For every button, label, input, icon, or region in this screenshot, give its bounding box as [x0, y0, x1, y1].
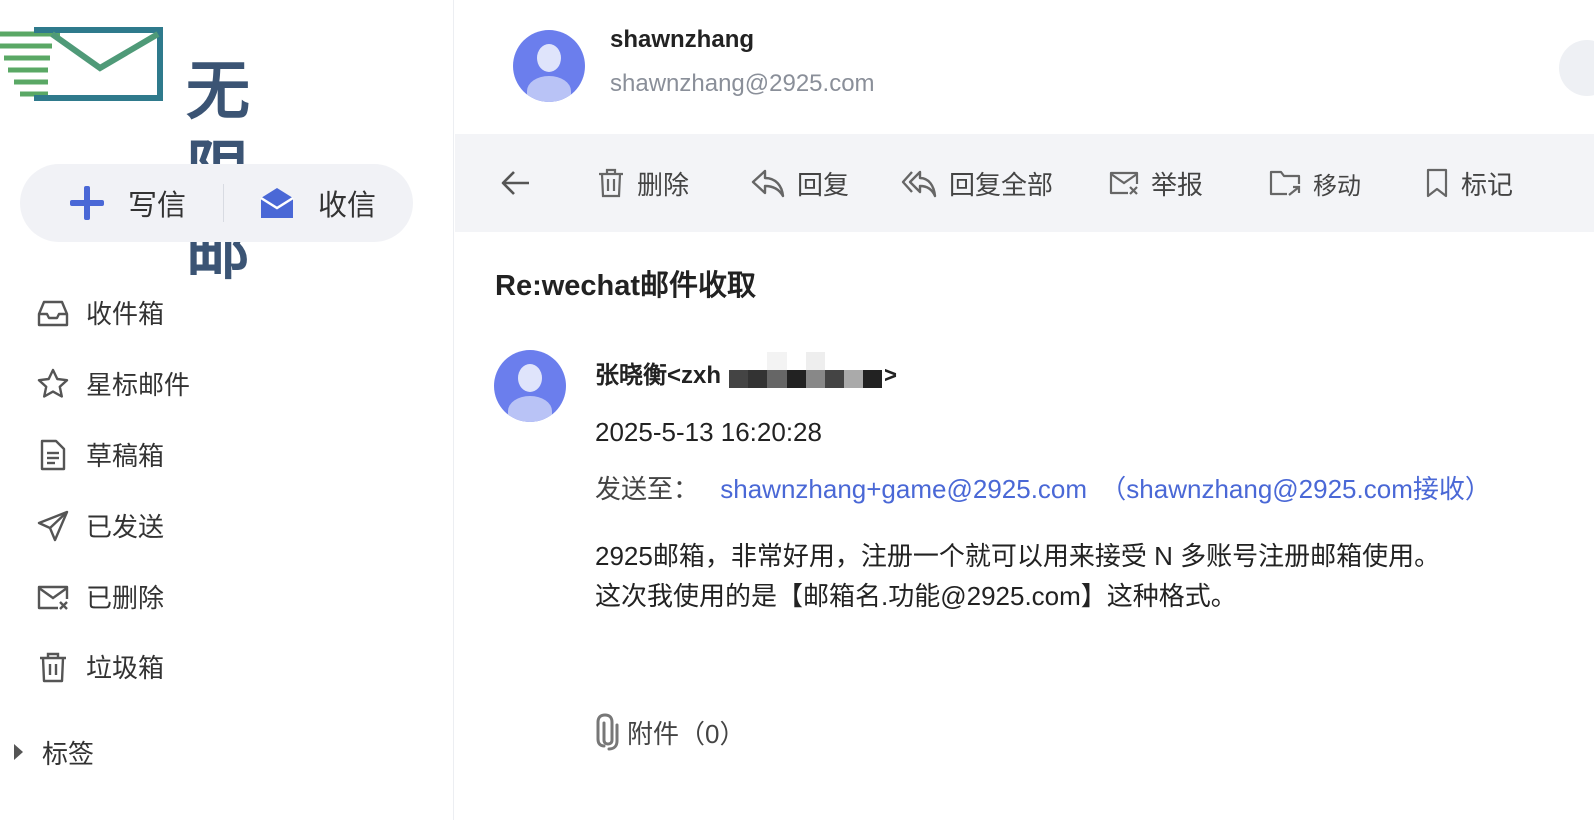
sidebar-item-label: 已删除 [86, 582, 165, 613]
reply-button-label: 回复 [797, 169, 850, 200]
sidebar-item-inbox[interactable]: 收件箱 [0, 280, 454, 344]
message-toolbar: 删除 回复 回复全部 举报 移动 标记 [455, 134, 1594, 232]
inbox-icon [37, 300, 69, 327]
message-view: shawnzhang shawnzhang@2925.com 删除 回复 回复全… [455, 0, 1594, 820]
recipient-address-link[interactable]: shawnzhang+game@2925.com [720, 474, 1087, 504]
paperclip-icon [596, 713, 619, 751]
sidebar-item-label: 收件箱 [86, 298, 165, 329]
reply-button[interactable]: 回复 [751, 134, 849, 232]
move-button-label: 移动 [1313, 172, 1361, 200]
attachments-label: 附件（0） [627, 718, 746, 749]
recipient-row: 发送至： shawnzhang+game@2925.com （shawnzhan… [595, 469, 1491, 506]
redaction-mosaic [729, 350, 885, 390]
back-button[interactable] [499, 134, 533, 232]
receive-button[interactable]: 收信 [258, 164, 376, 242]
recipient-label: 发送至： [595, 474, 700, 504]
sidebar-item-deleted[interactable]: 已删除 [0, 564, 454, 628]
account-header: shawnzhang shawnzhang@2925.com [455, 0, 1594, 134]
reply-all-button-label: 回复全部 [949, 169, 1054, 200]
folder-move-icon [1269, 170, 1301, 196]
mail-logo-icon [0, 27, 163, 101]
document-icon [40, 439, 66, 471]
write-button[interactable]: 写信 [68, 164, 186, 242]
sender-avatar[interactable] [494, 350, 566, 422]
report-button-label: 举报 [1151, 169, 1204, 200]
tags-toggle[interactable]: 标签 [0, 722, 454, 782]
reply-all-button[interactable]: 回复全部 [901, 134, 1053, 232]
sidebar-item-starred[interactable]: 星标邮件 [0, 351, 454, 415]
compose-bar: 写信 收信 [20, 164, 413, 242]
report-button[interactable]: 举报 [1109, 134, 1203, 232]
delete-button[interactable]: 删除 [597, 134, 689, 232]
paper-plane-icon [37, 510, 69, 542]
sidebar-item-trash[interactable]: 垃圾箱 [0, 634, 454, 698]
sidebar-item-drafts[interactable]: 草稿箱 [0, 422, 454, 486]
body-line: 2925邮箱，非常好用，注册一个就可以用来接受 N 多账号注册邮箱使用。 [595, 541, 1441, 571]
sender-name-visible: 张晓衡<zxh [595, 362, 722, 389]
move-button[interactable]: 移动 [1269, 134, 1361, 232]
receive-button-label: 收信 [318, 190, 377, 222]
mail-x-icon [37, 585, 69, 610]
reply-all-icon [901, 170, 937, 198]
trash-icon [40, 652, 66, 683]
reply-icon [751, 169, 785, 198]
sidebar: 无限邮 写信 收信 收件箱 [0, 0, 454, 820]
account-email: shawnzhang@2925.com [610, 70, 875, 97]
sidebar-item-sent[interactable]: 已发送 [0, 493, 454, 557]
attachments-row[interactable]: 附件（0） [595, 712, 745, 752]
report-mail-icon [1109, 171, 1139, 195]
envelope-open-icon [260, 188, 294, 218]
delete-button-label: 删除 [637, 169, 690, 200]
write-button-label: 写信 [128, 190, 187, 222]
body-line: 这次我使用的是【邮箱名.功能@2925.com】这种格式。 [595, 581, 1237, 611]
sidebar-item-label: 星标邮件 [86, 369, 191, 400]
mark-button[interactable]: 标记 [1425, 134, 1513, 232]
sidebar-item-label: 草稿箱 [86, 440, 165, 471]
bookmark-icon [1426, 168, 1448, 198]
message-body: 2925邮箱，非常好用，注册一个就可以用来接受 N 多账号注册邮箱使用。 这次我… [595, 536, 1555, 616]
star-icon [37, 368, 69, 398]
sidebar-item-label: 已发送 [86, 511, 165, 542]
message-subject: Re:wechat邮件收取 [495, 270, 757, 302]
compose-divider [223, 184, 224, 222]
mark-button-label: 标记 [1461, 169, 1514, 200]
message-date: 2025-5-13 16:20:28 [595, 417, 822, 447]
caret-right-icon [14, 744, 23, 760]
sidebar-item-label: 垃圾箱 [86, 652, 165, 683]
account-avatar[interactable] [513, 30, 585, 102]
brand-logo[interactable]: 无限邮 [0, 27, 250, 289]
tags-label: 标签 [42, 738, 95, 769]
arrow-left-icon [501, 171, 529, 195]
plus-icon [70, 186, 104, 220]
receiver-address-link[interactable]: （shawnzhang@2925.com接收） [1100, 474, 1491, 504]
settings-button[interactable] [1559, 40, 1594, 96]
account-name: shawnzhang [610, 26, 755, 53]
trash-icon [599, 168, 623, 198]
